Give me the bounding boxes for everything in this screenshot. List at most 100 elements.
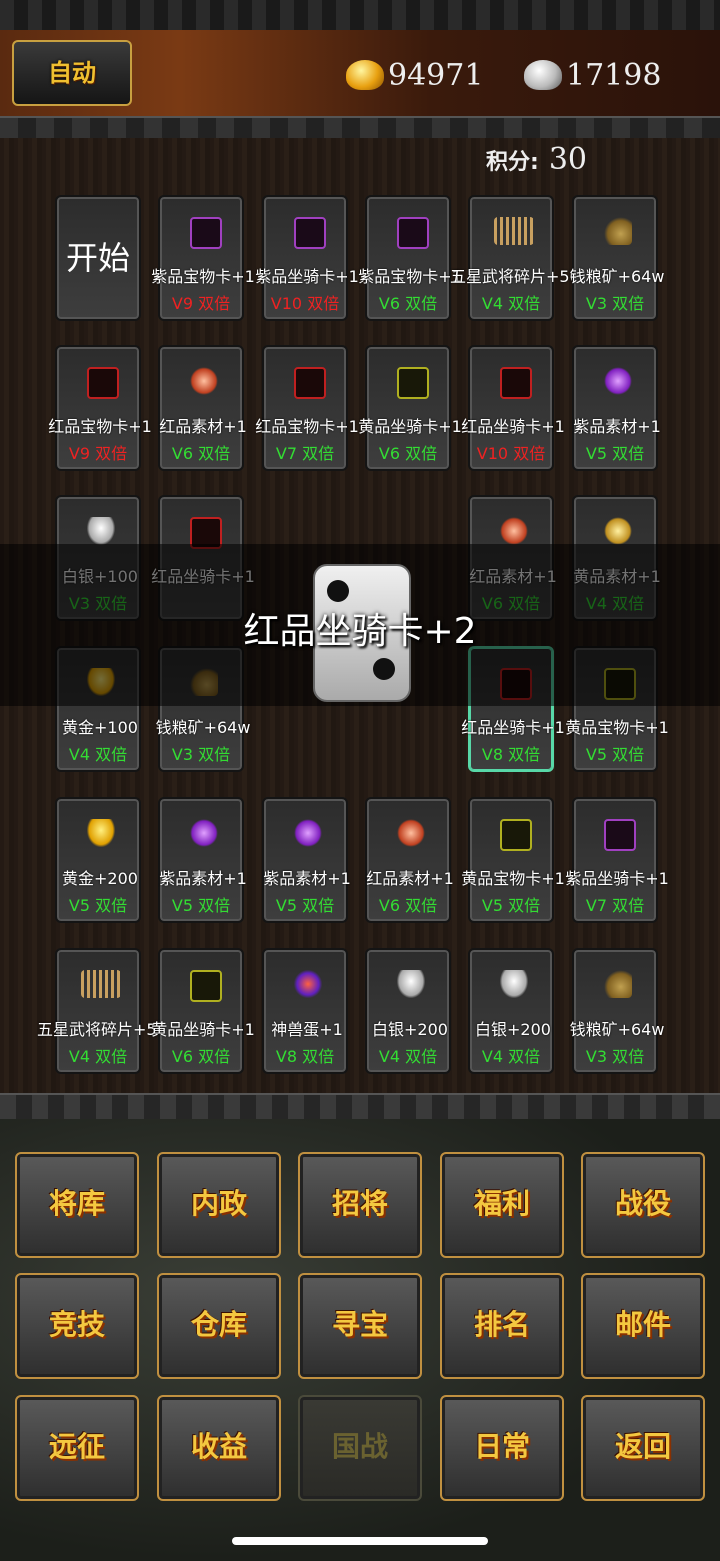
- board-cell: 五星武将碎片+50 V4 双倍: [37, 948, 167, 1074]
- board-cell: 黄品坐骑卡+1 V6 双倍: [151, 948, 255, 1074]
- menu-button[interactable]: 福利: [440, 1152, 564, 1258]
- score-label: 积分:: [486, 149, 539, 175]
- cell-reward-name: 紫品素材+1: [573, 417, 661, 436]
- cell-multiplier: V3 双倍: [171, 745, 231, 764]
- score-display: 积分: 30: [486, 142, 587, 177]
- red-card-icon: [294, 367, 326, 399]
- cell-multiplier: V5 双倍: [585, 444, 645, 463]
- menu-button[interactable]: 远征: [15, 1395, 139, 1501]
- board-cell: 钱粮矿+64w V3 双倍: [570, 948, 664, 1074]
- board-cell: 黄品坐骑卡+1 V6 双倍: [358, 345, 462, 471]
- board-cell: 红品素材+1V6 双倍: [365, 797, 454, 923]
- board-cell: 白银+200 V4 双倍: [468, 948, 554, 1074]
- cell-multiplier: V10 双倍: [270, 294, 340, 313]
- menu-button[interactable]: 招将: [298, 1152, 422, 1258]
- home-indicator[interactable]: [232, 1537, 488, 1545]
- board-cell: 紫品素材+1 V5 双倍: [158, 797, 247, 923]
- purple-card-icon: [294, 217, 326, 249]
- yellow-card-icon: [397, 367, 429, 399]
- board-cell: 紫品宝物卡+1 V6 双倍: [358, 195, 462, 321]
- silver-icon: [397, 970, 425, 998]
- cell-reward-name: 紫品坐骑卡+1: [565, 869, 669, 888]
- cell-multiplier: V10 双倍: [476, 444, 546, 463]
- hero-shard-icon: [81, 970, 121, 998]
- silver-icon: [87, 517, 115, 545]
- menu-button[interactable]: 收益: [157, 1395, 281, 1501]
- red-gem-icon: [397, 819, 425, 847]
- silver-icon: [500, 970, 528, 998]
- cell-multiplier: V5 双倍: [481, 896, 541, 915]
- ore-icon: [604, 970, 632, 998]
- auto-button[interactable]: 自动: [12, 40, 132, 106]
- cell-multiplier: V3 双倍: [585, 294, 645, 313]
- purple-gem-icon: [294, 819, 322, 847]
- yellow-gem-icon: [604, 517, 632, 545]
- cell-multiplier: V7 双倍: [585, 896, 645, 915]
- menu-button[interactable]: 战役: [581, 1152, 705, 1258]
- cell-multiplier: V8 双倍: [481, 745, 541, 764]
- cell-multiplier: V4 双倍: [481, 1047, 541, 1066]
- menu-border: [0, 1093, 720, 1121]
- menu-button[interactable]: 返回: [581, 1395, 705, 1501]
- silver-value: 17198: [566, 57, 662, 93]
- board-cell: 紫品素材+1 V5 双倍: [572, 345, 661, 471]
- menu-button[interactable]: 排名: [440, 1273, 564, 1379]
- menu-button[interactable]: 邮件: [581, 1273, 705, 1379]
- cell-multiplier: V4 双倍: [481, 294, 541, 313]
- cell-multiplier: V4 双倍: [68, 1047, 128, 1066]
- board-cell: 红品宝物卡+1 V7 双倍: [255, 345, 359, 471]
- menu-button[interactable]: 竞技: [15, 1273, 139, 1379]
- cell-multiplier: V4 双倍: [68, 745, 128, 764]
- red-gem-icon: [500, 517, 528, 545]
- gold-ingot-icon: [346, 60, 384, 90]
- beast-egg-icon: [294, 970, 322, 998]
- red-card-icon: [87, 367, 119, 399]
- cell-multiplier: V6 双倍: [378, 294, 438, 313]
- score-value: 30: [548, 142, 587, 177]
- cell-reward-name: 钱粮矿+64w: [569, 267, 665, 286]
- menu-button[interactable]: 将库: [15, 1152, 139, 1258]
- purple-card-icon: [397, 217, 429, 249]
- cell-multiplier: V4 双倍: [378, 1047, 438, 1066]
- board-cell: 黄品宝物卡+1 V5 双倍: [461, 797, 565, 923]
- red-card-icon: [500, 367, 532, 399]
- board-cell: 红品坐骑卡+1 V10 双倍: [461, 345, 565, 471]
- cell-reward-name: 钱粮矿+64w: [155, 718, 251, 737]
- yellow-card-icon: [500, 819, 532, 851]
- cell-multiplier: V9 双倍: [171, 294, 231, 313]
- hero-shard-icon: [494, 217, 534, 245]
- yellow-card-icon: [190, 970, 222, 1002]
- top-border-strip: [0, 0, 720, 32]
- board-cell: 紫品坐骑卡+1 V7 双倍: [565, 797, 669, 923]
- board-cell: 紫品宝物卡+1 V9 双倍: [151, 195, 255, 321]
- board-cell: 紫品坐骑卡+1 V10 双倍: [255, 195, 359, 321]
- menu-button[interactable]: 寻宝: [298, 1273, 422, 1379]
- board-cell: 钱粮矿+64w V3 双倍: [570, 195, 664, 321]
- board-cell: 白银+200 V4 双倍: [365, 948, 451, 1074]
- cell-reward-name: 钱粮矿+64w: [569, 1020, 665, 1039]
- purple-card-icon: [604, 819, 636, 851]
- menu-button[interactable]: 内政: [157, 1152, 281, 1258]
- start-label: 开始: [65, 239, 130, 277]
- silver-counter: 17198: [524, 55, 661, 95]
- board-cell: 五星武将碎片+50 V4 双倍: [450, 195, 580, 321]
- dice-pip: [373, 658, 395, 680]
- red-gem-icon: [190, 367, 218, 395]
- cell-multiplier: V6 双倍: [171, 1047, 231, 1066]
- start-button[interactable]: 开始: [55, 195, 141, 321]
- menu-button[interactable]: 日常: [440, 1395, 564, 1501]
- board-cell: 红品素材+1V6 双倍: [158, 345, 247, 471]
- board-cell: 红品宝物卡+1 V9 双倍: [48, 345, 152, 471]
- board-cell: 紫品素材+1 V5 双倍: [262, 797, 351, 923]
- menu-button[interactable]: 仓库: [157, 1273, 281, 1379]
- silver-ingot-icon: [524, 60, 562, 90]
- cell-multiplier: V9 双倍: [68, 444, 128, 463]
- cell-multiplier: V6 双倍: [378, 896, 438, 915]
- gold-counter: 94971: [346, 55, 483, 95]
- cell-multiplier: V5 双倍: [171, 896, 231, 915]
- dice-pip: [327, 580, 349, 602]
- board-cell: 神兽蛋+1 V8 双倍: [262, 948, 348, 1074]
- cell-multiplier: V5 双倍: [68, 896, 128, 915]
- gold-icon: [87, 819, 115, 847]
- cell-multiplier: V6 双倍: [378, 444, 438, 463]
